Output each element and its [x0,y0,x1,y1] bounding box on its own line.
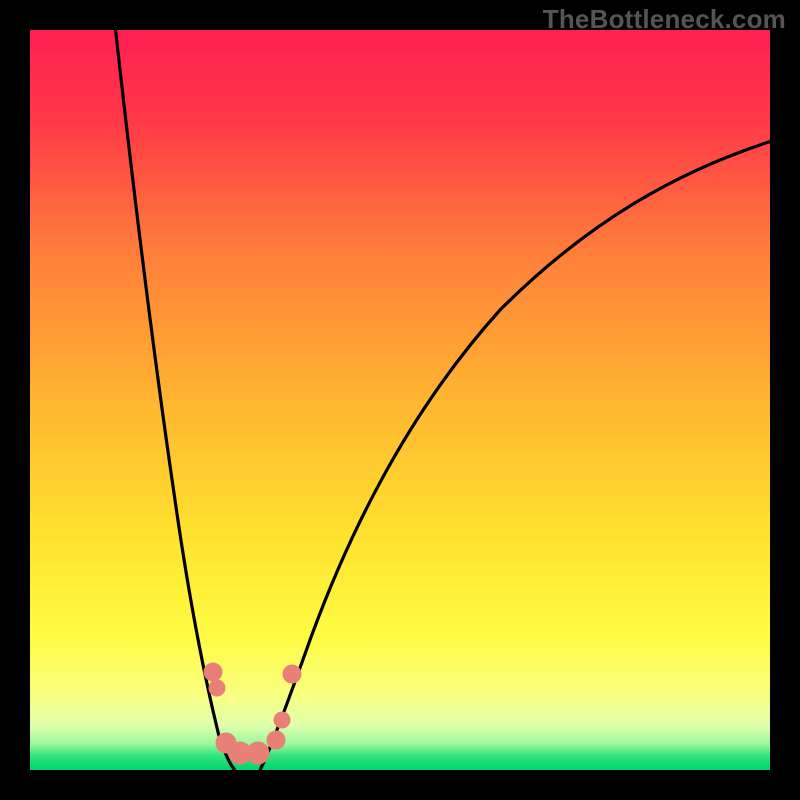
marker-1 [204,663,222,681]
curve-left [115,30,235,770]
marker-8 [283,665,301,683]
curve-layer [30,30,770,770]
marker-6 [267,731,285,749]
plot-area [30,30,770,770]
curve-right [260,140,770,770]
marker-5 [247,742,269,764]
marker-7 [274,712,290,728]
watermark-text: TheBottleneck.com [543,4,786,35]
data-markers [204,663,301,764]
marker-2 [209,680,225,696]
chart-frame: TheBottleneck.com [0,0,800,800]
